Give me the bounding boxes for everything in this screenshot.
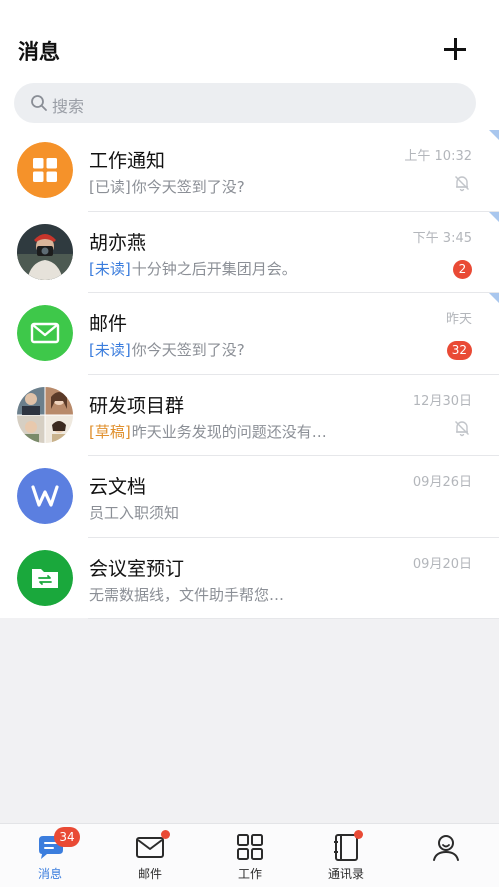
user-photo bbox=[17, 223, 73, 280]
profile-icon bbox=[433, 835, 459, 861]
conversation-item[interactable]: 云文档 员工入职须知 09月26日 bbox=[0, 456, 499, 538]
bottom-tab-bar: 34 消息 邮件 工作 通讯录 bbox=[0, 823, 499, 887]
preview-text: 员工入职须知 bbox=[89, 504, 180, 522]
mute-bell-icon bbox=[455, 176, 469, 192]
tab-work[interactable]: 工作 bbox=[200, 824, 300, 887]
conversation-name: 研发项目群 bbox=[89, 394, 185, 417]
unread-badge: 2 bbox=[453, 259, 472, 279]
conversation-list: 工作通知 [已读]你今天签到了没? 上午 10:32 胡亦燕 [未读]十分钟之后… bbox=[0, 130, 499, 619]
conversation-item[interactable]: 邮件 [未读]你今天签到了没? 昨天 32 bbox=[0, 293, 499, 375]
conversation-name: 邮件 bbox=[89, 313, 128, 335]
read-tag: [已读] bbox=[89, 178, 131, 196]
conversation-time: 昨天 bbox=[445, 312, 472, 327]
header: 消息 bbox=[0, 0, 499, 82]
page-title: 消息 bbox=[18, 40, 60, 64]
conversation-name: 工作通知 bbox=[89, 150, 166, 172]
tab-label: 工作 bbox=[237, 867, 262, 881]
conversation-preview: [草稿]昨天业务发现的问题还没有… bbox=[89, 421, 327, 442]
unread-tag: [未读] bbox=[89, 341, 131, 359]
mail-app-icon bbox=[17, 305, 73, 361]
search-icon bbox=[31, 95, 47, 111]
draft-tag: [草稿] bbox=[89, 422, 131, 441]
preview-text: 你今天签到了没? bbox=[131, 341, 245, 359]
tab-messages[interactable]: 34 消息 bbox=[0, 824, 100, 887]
apps-grid-icon bbox=[237, 834, 263, 860]
tab-contacts[interactable]: 通讯录 bbox=[296, 824, 396, 887]
conversation-item[interactable]: 研发项目群 [草稿]昨天业务发现的问题还没有… 12月30日 bbox=[0, 375, 499, 456]
document-app-icon bbox=[17, 468, 73, 524]
conversation-preview: 员工入职须知 bbox=[89, 502, 179, 523]
conversation-time: 09月26日 bbox=[412, 475, 472, 490]
search-placeholder: 搜索 bbox=[52, 97, 85, 116]
preview-text: 昨天业务发现的问题还没有… bbox=[131, 422, 327, 441]
group-photo bbox=[17, 386, 73, 443]
tab-label: 消息 bbox=[37, 867, 62, 881]
tab-label: 邮件 bbox=[137, 867, 162, 881]
new-dot-indicator bbox=[354, 830, 363, 839]
unread-badge: 32 bbox=[446, 341, 472, 360]
search-input[interactable]: 搜索 bbox=[14, 83, 476, 123]
conversation-time: 09月20日 bbox=[412, 556, 472, 572]
conversation-preview: [未读]你今天签到了没? bbox=[89, 339, 245, 360]
conversation-item[interactable]: 会议室预订 无需数据线，文件助手帮您… 09月20日 bbox=[0, 538, 499, 619]
new-dot-indicator bbox=[161, 830, 170, 839]
pinned-marker bbox=[489, 293, 499, 303]
preview-text: 无需数据线，文件助手帮您… bbox=[89, 585, 285, 604]
conversation-time: 12月30日 bbox=[412, 393, 472, 409]
tab-unread-badge: 34 bbox=[54, 827, 80, 847]
message-panel: 消息 搜索 工作通知 [已读]你今天签到了没? 上午 10:32 胡亦燕 [未读… bbox=[0, 0, 499, 619]
conversation-preview: 无需数据线，文件助手帮您… bbox=[89, 584, 284, 605]
preview-text: 十分钟之后开集团月会。 bbox=[131, 259, 297, 278]
mute-bell-icon bbox=[455, 420, 469, 436]
add-button[interactable] bbox=[440, 34, 470, 64]
tab-mail[interactable]: 邮件 bbox=[100, 824, 200, 887]
pinned-marker bbox=[489, 130, 499, 140]
conversation-name: 会议室预订 bbox=[89, 557, 185, 580]
pinned-marker bbox=[489, 211, 499, 222]
tab-profile[interactable] bbox=[396, 824, 496, 887]
divider bbox=[88, 618, 499, 619]
preview-text: 你今天签到了没? bbox=[131, 178, 245, 196]
conversation-item[interactable]: 工作通知 [已读]你今天签到了没? 上午 10:32 bbox=[0, 130, 499, 212]
grid-app-icon bbox=[17, 142, 73, 198]
conversation-time: 上午 10:32 bbox=[404, 149, 472, 164]
conversation-name: 胡亦燕 bbox=[89, 231, 147, 254]
tab-label: 通讯录 bbox=[327, 867, 364, 881]
conversation-preview: [已读]你今天签到了没? bbox=[89, 176, 245, 197]
file-transfer-icon bbox=[17, 549, 73, 606]
conversation-item[interactable]: 胡亦燕 [未读]十分钟之后开集团月会。 下午 3:45 2 bbox=[0, 211, 499, 293]
conversation-time: 下午 3:45 bbox=[412, 230, 472, 246]
conversation-preview: [未读]十分钟之后开集团月会。 bbox=[89, 258, 297, 279]
conversation-name: 云文档 bbox=[89, 476, 147, 498]
unread-tag: [未读] bbox=[89, 259, 131, 278]
